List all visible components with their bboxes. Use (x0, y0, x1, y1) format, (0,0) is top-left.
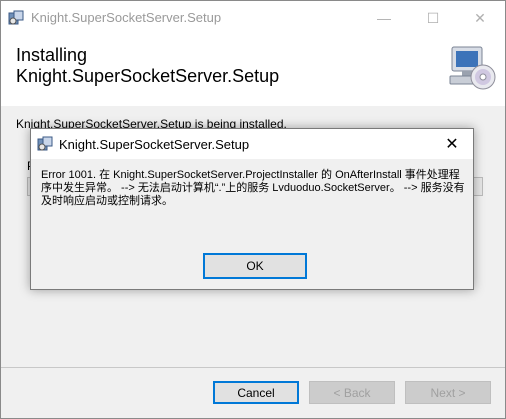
close-button[interactable]: ✕ (457, 1, 503, 35)
back-button[interactable]: < Back (309, 381, 395, 404)
footer-divider (1, 367, 505, 368)
cancel-button[interactable]: Cancel (213, 381, 299, 404)
dialog-title-bar[interactable]: Knight.SuperSocketServer.Setup ✕ (31, 129, 473, 159)
minimize-button[interactable]: — (361, 1, 407, 35)
window-title: Knight.SuperSocketServer.Setup (31, 10, 222, 25)
title-bar[interactable]: Knight.SuperSocketServer.Setup — ☐ ✕ (1, 1, 505, 35)
page-title: Installing Knight.SuperSocketServer.Setu… (16, 45, 280, 86)
computer-cd-icon (449, 46, 496, 90)
next-button[interactable]: Next > (405, 381, 491, 404)
dialog-close-button[interactable]: ✕ (435, 129, 469, 159)
error-message: Error 1001. 在 Knight.SuperSocketServer.P… (41, 169, 465, 207)
error-dialog: Knight.SuperSocketServer.Setup ✕ Error 1… (30, 128, 474, 290)
maximize-button[interactable]: ☐ (410, 1, 456, 35)
installer-app-icon (8, 10, 24, 25)
ok-button[interactable]: OK (203, 253, 307, 279)
dialog-title: Knight.SuperSocketServer.Setup (59, 137, 250, 152)
banner-divider (1, 105, 505, 106)
installer-app-icon (37, 136, 53, 151)
